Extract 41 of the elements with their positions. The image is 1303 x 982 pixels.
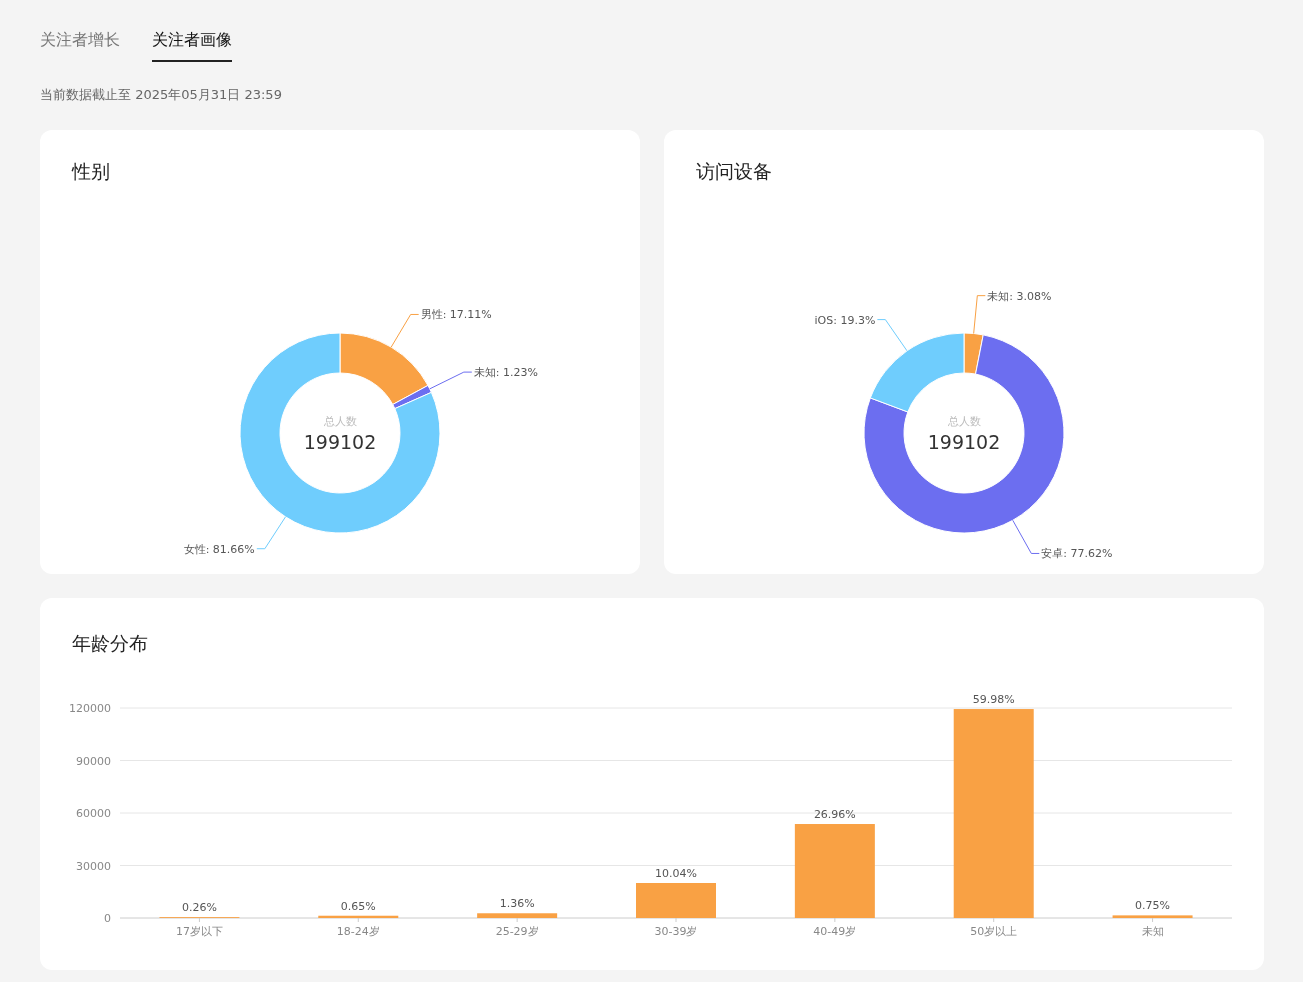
axis-label: 40-49岁	[813, 925, 857, 938]
center-value: 199102	[303, 431, 377, 453]
leader-line	[876, 319, 908, 352]
axis-label: 30-39岁	[654, 925, 698, 938]
axis-label: 未知	[1141, 925, 1164, 938]
bar-value-label: 1.36%	[499, 897, 535, 911]
slice-label: 未知: 1.23%	[473, 366, 538, 380]
axis-label: 30000	[76, 859, 111, 873]
leader-line	[429, 371, 473, 390]
leader-line	[390, 313, 420, 348]
card-title: 年龄分布	[71, 631, 148, 653]
slice-label: iOS: 19.3%	[814, 313, 876, 327]
axis-label: 50岁以上	[970, 925, 1018, 938]
slice-label: 未知: 3.08%	[987, 289, 1052, 303]
data-note: 当前数据截止至 2025年05月31日 23:59	[40, 86, 282, 104]
tab[interactable]: 关注者增长	[40, 28, 120, 62]
card-title: 访问设备	[695, 159, 772, 181]
bar-value-label: 59.98%	[972, 693, 1015, 707]
bar-value-label: 0.65%	[340, 899, 376, 913]
slice-label: 女性: 81.66%	[183, 542, 255, 556]
axis-label: 25-29岁	[495, 925, 539, 938]
axis-label: 0	[104, 912, 111, 925]
leader-line	[1012, 519, 1040, 554]
leader-line	[256, 516, 286, 550]
axis-label: 90000	[76, 754, 111, 768]
bar-value-label: 10.04%	[655, 867, 697, 880]
tab[interactable]: 关注者画像	[152, 28, 232, 62]
bar-value-label: 26.96%	[813, 808, 856, 822]
center-label: 总人数	[947, 415, 981, 428]
axis-label: 17岁以下	[175, 925, 223, 938]
center-label: 总人数	[323, 415, 357, 428]
axis-label: 120000	[69, 702, 111, 715]
slice-label: 安卓: 77.62%	[1041, 547, 1113, 561]
axis-label: 60000	[76, 807, 111, 820]
leader-line	[973, 295, 986, 334]
slice-label: 男性: 17.11%	[420, 308, 492, 322]
bar-value-label: 0.75%	[1135, 899, 1171, 913]
center-value: 199102	[927, 431, 1001, 453]
card-title: 性别	[70, 159, 110, 181]
axis-label: 18-24岁	[336, 925, 380, 938]
bar-value-label: 0.26%	[181, 901, 217, 915]
